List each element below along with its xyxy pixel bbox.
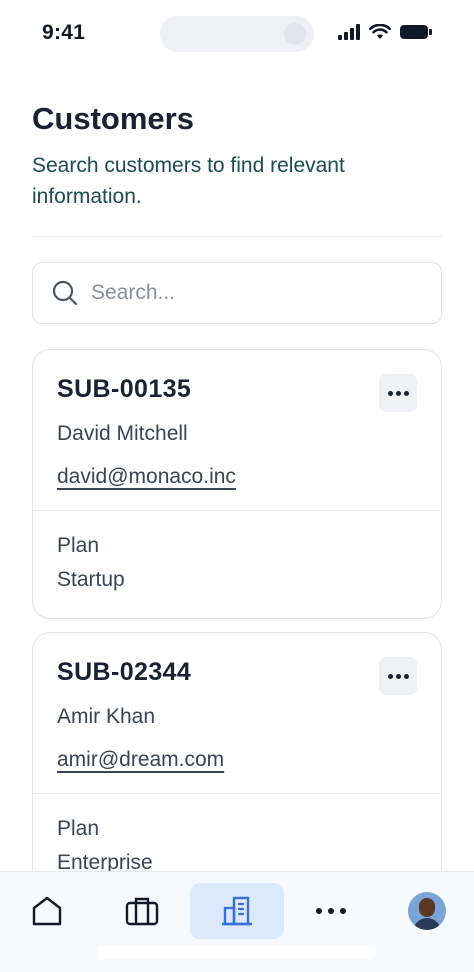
card-divider	[33, 510, 441, 511]
search-icon	[52, 280, 78, 306]
subscription-id: SUB-02344	[57, 658, 192, 686]
page-title: Customers	[32, 101, 194, 136]
home-icon	[32, 896, 62, 926]
tab-more[interactable]	[284, 883, 378, 939]
home-indicator	[97, 945, 377, 959]
plan-value: Startup	[57, 568, 125, 591]
more-horizontal-icon	[316, 908, 346, 914]
battery-icon	[400, 25, 432, 39]
card-divider	[33, 793, 441, 794]
building-icon	[222, 896, 252, 926]
customer-card[interactable]: SUB-00135 David Mitchell david@monaco.in…	[32, 349, 442, 619]
more-options-button[interactable]	[379, 374, 417, 412]
search-input[interactable]	[91, 281, 421, 305]
customer-email-link[interactable]: amir@dream.com	[57, 748, 224, 772]
customer-email-link[interactable]: david@monaco.inc	[57, 465, 236, 489]
status-bar: 9:41	[0, 0, 474, 70]
page-subtitle: Search customers to find relevant inform…	[32, 154, 345, 208]
tab-profile[interactable]	[380, 883, 474, 939]
briefcase-icon	[125, 897, 159, 926]
status-time: 9:41	[42, 21, 86, 44]
plan-label: Plan	[57, 534, 100, 557]
search-box[interactable]	[32, 262, 442, 324]
camera-dot	[284, 23, 306, 45]
tab-home[interactable]	[0, 883, 94, 939]
tab-briefcase[interactable]	[95, 883, 189, 939]
header-divider	[32, 236, 442, 237]
customer-name: Amir Khan	[57, 705, 156, 728]
more-options-button[interactable]	[379, 657, 417, 695]
wifi-icon	[369, 24, 391, 39]
tab-customers[interactable]	[190, 883, 284, 939]
dynamic-island	[160, 16, 314, 52]
page-header: Customers Search customers to find relev…	[32, 100, 442, 212]
avatar	[408, 892, 446, 930]
subscription-id: SUB-00135	[57, 375, 192, 403]
customer-name: David Mitchell	[57, 422, 188, 445]
signal-icon	[338, 24, 360, 40]
plan-label: Plan	[57, 817, 100, 840]
status-icons	[338, 24, 432, 40]
